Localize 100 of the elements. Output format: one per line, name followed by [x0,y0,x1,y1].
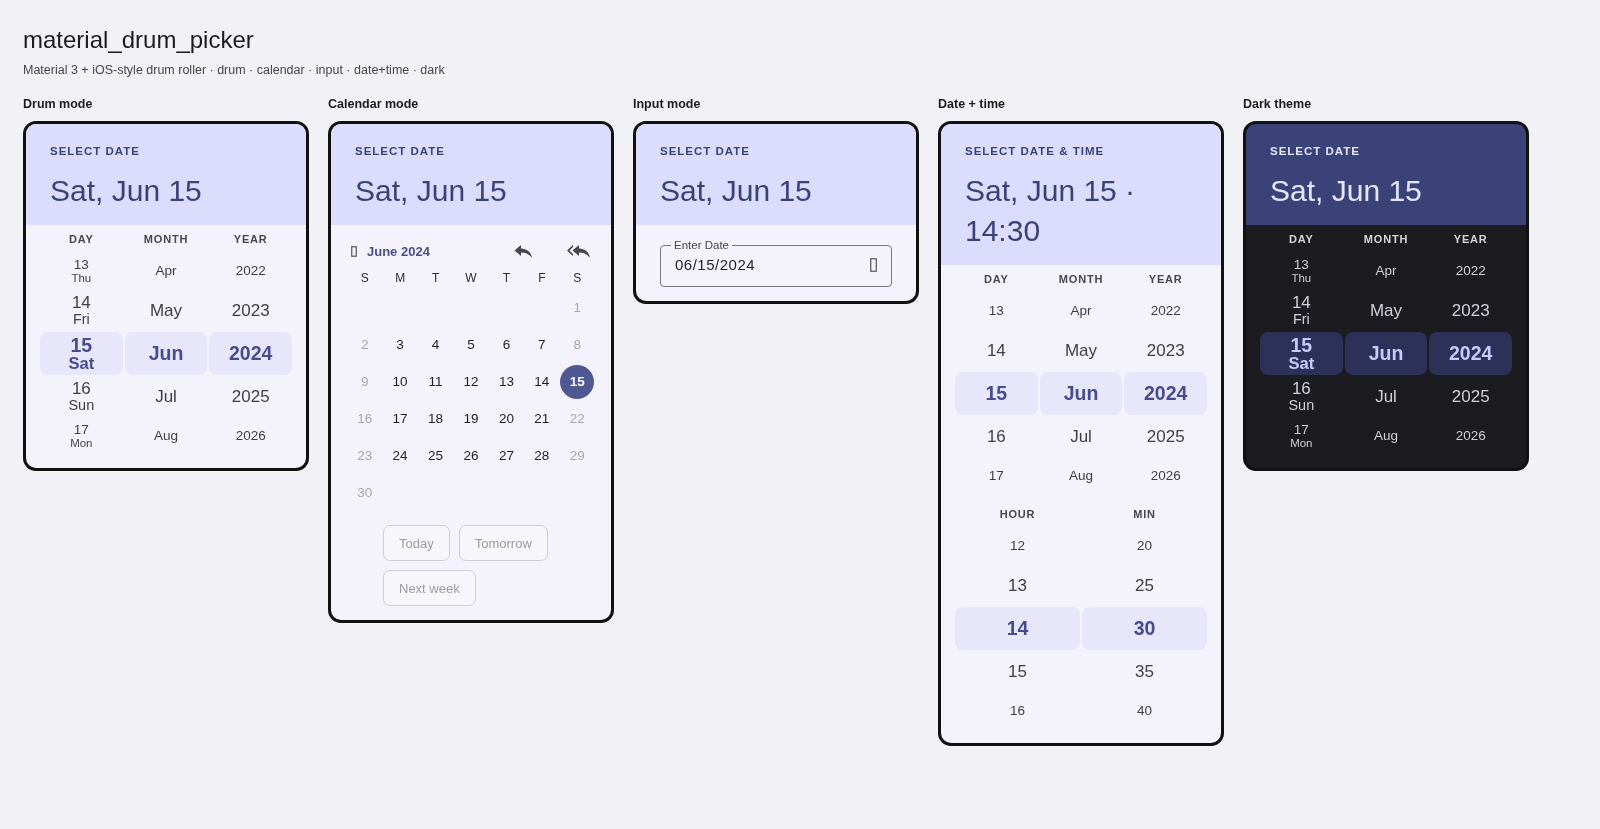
drum-item[interactable]: May [1344,289,1428,332]
day-cell[interactable]: 18 [418,401,453,436]
drum-item[interactable]: Aug [1344,418,1428,454]
drum-item[interactable]: 16 Sun [1260,375,1343,418]
drum-item[interactable]: 2023 [1429,289,1512,332]
column-heading: DAY [1289,233,1314,245]
drum-item[interactable]: 16 [955,415,1038,458]
previous-month-button[interactable] [513,243,533,259]
drum-item[interactable]: 14 Fri [1260,289,1343,332]
header-headline: Sat, Jun 15 [50,173,203,209]
drum-item[interactable]: 13 Thu [1260,253,1343,289]
drum-item[interactable]: 17 Mon [40,418,123,454]
date-input[interactable]: 06/15/2024 [675,256,870,273]
box-icon [870,257,877,272]
drum-item[interactable]: Jun [124,332,208,375]
drum-item[interactable]: 15 Sat [1260,332,1343,375]
column-heading: YEAR [233,233,268,245]
day-cell[interactable]: 24 [383,438,418,473]
drum-item[interactable]: 2024 [1429,332,1512,375]
drum-item[interactable]: 15 [955,372,1038,415]
drum-item[interactable]: 2023 [1124,329,1207,372]
drum-item[interactable]: 2024 [1124,372,1207,415]
drum-item[interactable]: 30 [1082,607,1207,650]
drum-item[interactable]: Apr [1344,253,1428,289]
drum-item[interactable]: 13 Thu [40,253,123,289]
drum-item[interactable]: May [124,289,208,332]
header-headline: Sat, Jun 15 [660,173,813,209]
weekday-label: S [360,270,369,287]
drum-item[interactable]: Apr [1039,293,1123,329]
drum-item[interactable]: 2022 [1429,253,1512,289]
drum-item[interactable]: 40 [1082,693,1207,729]
section-label: Date + time [938,97,1007,111]
drum-item[interactable]: 16 [955,693,1080,729]
drum-item[interactable]: 16 Sun [40,375,123,418]
drum-item[interactable]: May [1039,329,1123,372]
drum-item[interactable]: Aug [1039,458,1123,494]
column-heading: MONTH [1058,273,1104,285]
drum-item[interactable]: Jun [1344,332,1428,375]
day-cell[interactable]: 7 [524,327,559,362]
drum-item[interactable]: Jul [1344,375,1428,418]
column-heading: MONTH [143,233,189,245]
drum-item[interactable]: 15 [955,650,1080,693]
drum-item[interactable]: 2023 [209,289,292,332]
day-cell[interactable]: 21 [524,401,559,436]
day-cell[interactable]: 13 [489,364,524,399]
section-label: Dark theme [1243,97,1313,111]
drum-item[interactable]: Apr [124,253,208,289]
day-cell[interactable]: 28 [524,438,559,473]
day-cell[interactable]: 27 [489,438,524,473]
drum-item[interactable]: 13 [955,564,1080,607]
date-field[interactable]: Enter Date 06/15/2024 [660,239,892,287]
column-heading: YEAR [1453,233,1488,245]
drum-item[interactable]: Jul [124,375,208,418]
day-cell[interactable]: 14 [524,364,559,399]
drum-item[interactable]: 13 [955,293,1038,329]
drum-item[interactable]: Jun [1039,372,1123,415]
drum-item[interactable]: Aug [124,418,208,454]
header-overline: SELECT DATE & TIME [965,145,1105,157]
day-cell[interactable]: 11 [418,364,453,399]
drum-item[interactable]: 2026 [209,418,292,454]
day-cell[interactable]: 15 [560,364,595,399]
weekday-label: M [395,270,406,287]
drum-item[interactable]: 35 [1082,650,1207,693]
day-cell[interactable]: 10 [383,364,418,399]
drum-item[interactable]: 2025 [209,375,292,418]
drum-item[interactable]: 2022 [209,253,292,289]
header-overline: SELECT DATE [355,145,445,157]
drum-item[interactable]: 20 [1082,528,1207,564]
drum-item[interactable]: 15 Sat [40,332,123,375]
drum-item[interactable]: 14 Fri [40,289,123,332]
column-heading: HOUR [999,507,1036,520]
day-cell[interactable]: 25 [418,438,453,473]
day-cell[interactable]: 20 [489,401,524,436]
drum-item[interactable]: 2025 [1429,375,1512,418]
day-cell[interactable]: 4 [418,327,453,362]
drum-item[interactable]: 2022 [1124,293,1207,329]
day-cell[interactable]: 12 [454,364,488,399]
drum-item[interactable]: 14 [955,607,1080,650]
weekday-label: S [573,270,582,287]
column-heading: DAY [69,233,94,245]
drum-item[interactable]: 17 [955,458,1038,494]
day-cell[interactable]: 6 [489,327,524,362]
drum-item[interactable]: Jul [1039,415,1123,458]
drum-item[interactable]: 2026 [1429,418,1512,454]
drum-item[interactable]: 17 Mon [1260,418,1343,454]
drum-item[interactable]: 2025 [1124,415,1207,458]
header-overline: SELECT DATE [1270,145,1360,157]
day-cell[interactable]: 17 [383,401,418,436]
drum-item[interactable]: 12 [955,528,1080,564]
day-cell[interactable]: 19 [454,401,488,436]
weekday-label: T [502,270,511,287]
drum-item[interactable]: 2026 [1124,458,1207,494]
day-cell[interactable]: 5 [454,327,488,362]
previous-year-button[interactable] [567,243,591,259]
drum-item[interactable]: 2024 [209,332,292,375]
day-cell[interactable]: 26 [454,438,488,473]
drum-item[interactable]: 25 [1082,564,1207,607]
weekday-label: T [431,270,440,287]
day-cell[interactable]: 3 [383,327,418,362]
drum-item[interactable]: 14 [955,329,1038,372]
